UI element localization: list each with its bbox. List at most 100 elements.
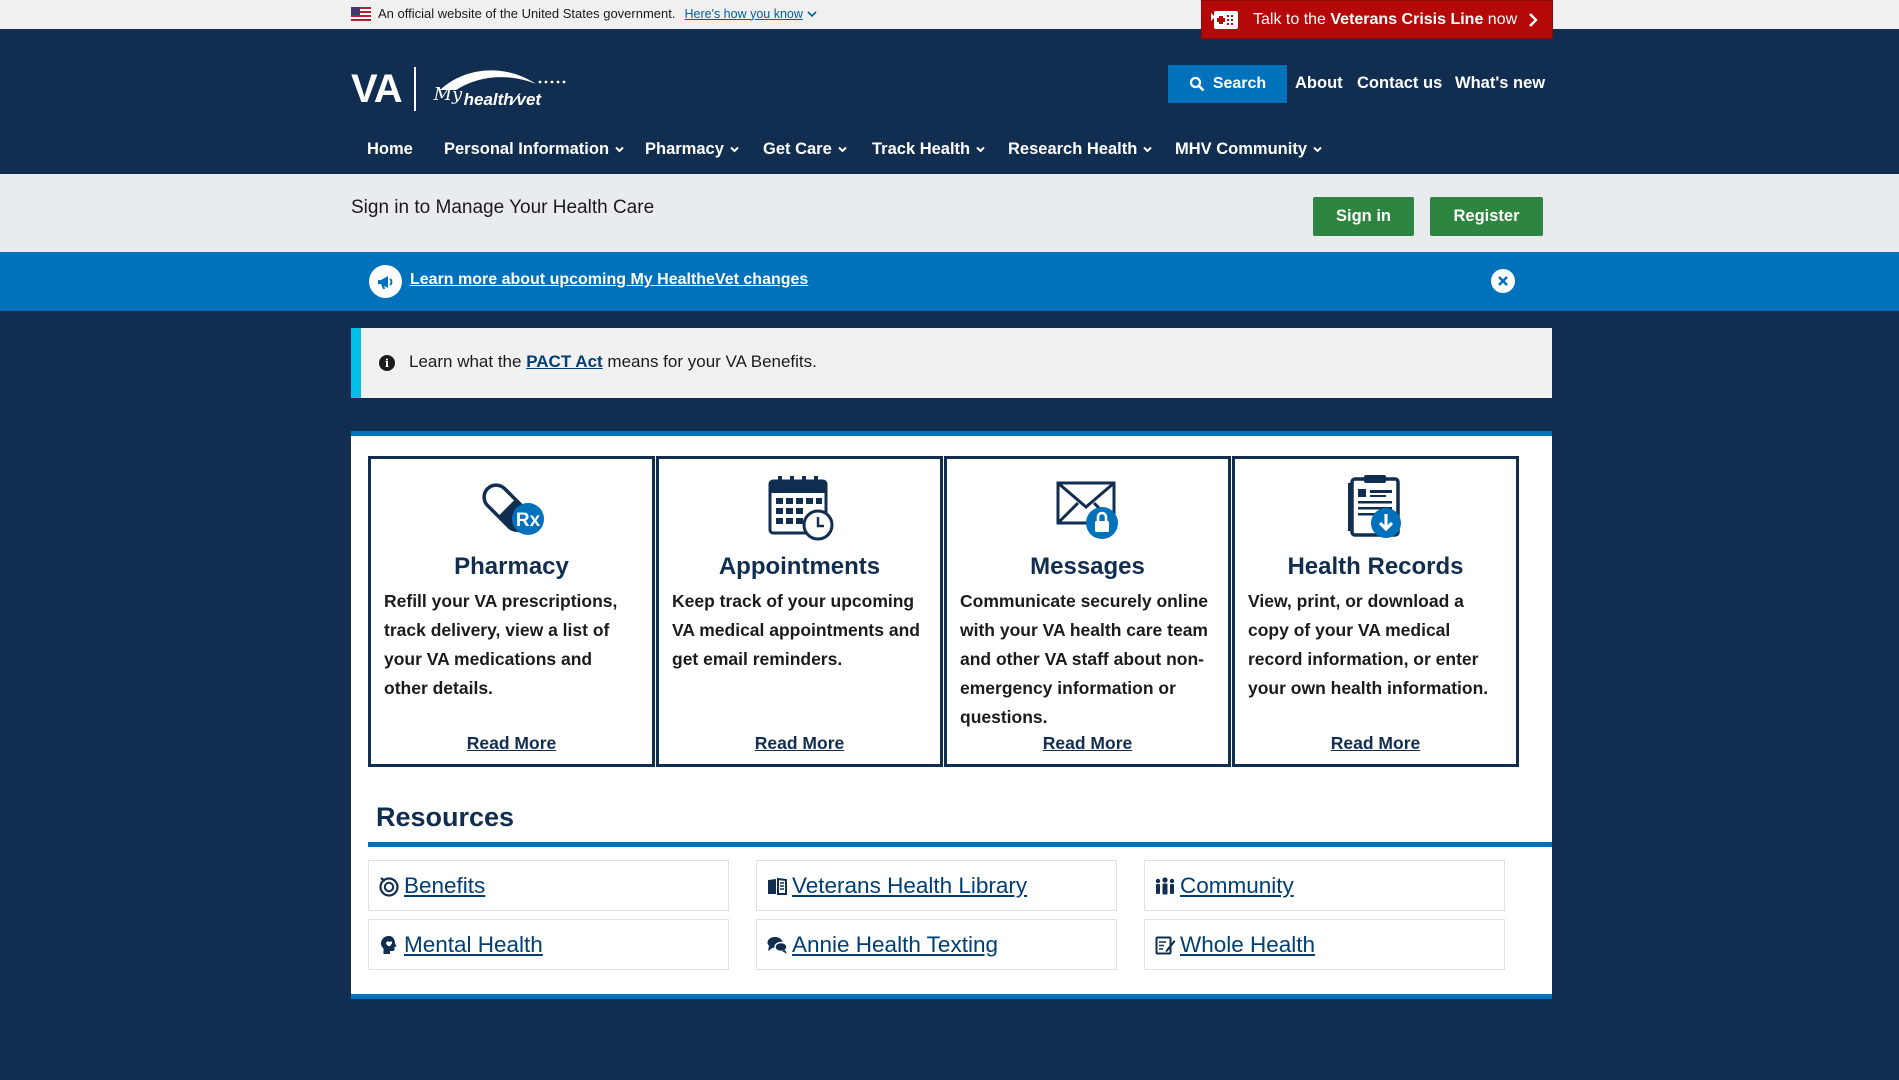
alert-text: Learn what the PACT Act means for your V…	[409, 352, 817, 372]
resource-annie-health-texting-label: Annie Health Texting	[792, 931, 998, 957]
resource-whole-health[interactable]: Whole Health	[1144, 919, 1505, 970]
messages-card: Messages Communicate securely online wit…	[944, 456, 1231, 767]
veterans-crisis-line-button[interactable]: Talk to the Veterans Crisis Line now	[1201, 0, 1553, 39]
search-button[interactable]: Search	[1168, 65, 1287, 103]
myhealthevet-logo: My health⁄vet	[426, 64, 576, 114]
va-myhealthevet-logo[interactable]: VA My health⁄vet	[351, 64, 576, 114]
logo-divider	[413, 67, 416, 111]
heres-how-you-know-link[interactable]: Here's how you know	[684, 7, 817, 21]
crisis-line-bold: Veterans Crisis Line	[1330, 10, 1484, 28]
sign-in-label: Sign in	[1336, 207, 1391, 225]
register-label: Register	[1453, 207, 1520, 225]
nav-personal-information-label: Personal Information	[444, 140, 610, 158]
resource-annie-health-texting[interactable]: Annie Health Texting	[756, 919, 1117, 970]
search-label: Search	[1212, 75, 1267, 92]
crisis-line-prefix: Talk to the	[1253, 10, 1331, 28]
notepad-icon	[1155, 936, 1176, 954]
crisis-line-text: Talk to the Veterans Crisis Line now	[1253, 11, 1517, 29]
us-flag-icon	[351, 6, 371, 21]
chevron-down-icon	[1143, 146, 1153, 153]
signin-heading: Sign in to Manage Your Health Care	[351, 197, 655, 218]
resource-benefits[interactable]: Benefits	[368, 860, 729, 911]
health-records-title: Health Records	[1287, 553, 1464, 580]
chevron-down-icon	[838, 146, 847, 153]
resource-benefits-label: Benefits	[404, 872, 486, 898]
chevron-down-icon	[1313, 146, 1322, 153]
nav-research-health[interactable]: Research Health	[1008, 140, 1153, 159]
messages-description: Communicate securely online with your VA…	[960, 591, 1208, 727]
pharmacy-read-more-link[interactable]: Read More	[371, 733, 652, 754]
close-banner-button[interactable]	[1491, 269, 1515, 293]
chevron-down-icon	[615, 146, 624, 153]
nav-get-care-label: Get Care	[763, 140, 832, 158]
about-link[interactable]: About	[1295, 74, 1343, 93]
pharmacy-title: Pharmacy	[454, 553, 569, 580]
promo-banner: Learn more about upcoming My HealtheVet …	[0, 252, 1899, 311]
record-download-icon	[1347, 475, 1401, 538]
resources-heading: Resources	[376, 802, 515, 832]
book-icon	[768, 877, 787, 895]
chevron-down-icon	[976, 146, 985, 153]
sign-in-button[interactable]: Sign in	[1313, 197, 1414, 236]
messages-read-more-link[interactable]: Read More	[947, 733, 1228, 754]
alert-text-before: Learn what the	[409, 352, 527, 371]
pharmacy-description: Refill your VA prescriptions, track deli…	[384, 591, 618, 698]
chat-icon	[767, 936, 788, 954]
main-panel: Rx Pharmacy Refill your VA prescriptions…	[351, 431, 1552, 999]
pact-act-alert: i Learn what the PACT Act means for your…	[351, 328, 1552, 398]
appointments-description: Keep track of your upcoming VA medical a…	[672, 591, 920, 669]
chevron-right-icon	[1529, 12, 1538, 27]
nav-research-health-label: Research Health	[1008, 140, 1138, 158]
resource-mental-health-label: Mental Health	[404, 931, 543, 957]
nav-home[interactable]: Home	[367, 140, 413, 159]
official-website-text: An official website of the United States…	[378, 6, 676, 21]
signin-bar: Sign in to Manage Your Health Care Sign …	[0, 174, 1899, 252]
resource-mental-health[interactable]: Mental Health	[368, 919, 729, 970]
pact-act-link[interactable]: PACT Act	[526, 352, 603, 371]
nav-pharmacy[interactable]: Pharmacy	[645, 140, 740, 159]
health-records-read-more-link[interactable]: Read More	[1235, 733, 1516, 754]
appointments-card: Appointments Keep track of your upcoming…	[656, 456, 943, 767]
health-records-description: View, print, or download a copy of your …	[1248, 591, 1489, 698]
calendar-clock-icon	[768, 476, 833, 541]
nav-track-health-label: Track Health	[872, 140, 971, 158]
whats-new-link[interactable]: What's new	[1455, 74, 1545, 93]
resource-community-label: Community	[1180, 872, 1294, 898]
close-icon	[1498, 276, 1508, 286]
register-button[interactable]: Register	[1430, 197, 1543, 236]
resources-divider	[368, 842, 1552, 847]
nav-personal-information[interactable]: Personal Information	[444, 140, 625, 159]
crisis-line-icon	[1211, 10, 1238, 29]
messages-title: Messages	[1030, 553, 1145, 580]
alert-text-after: means for your VA Benefits.	[602, 352, 817, 371]
va-logo-text: VA	[351, 66, 403, 111]
chevron-down-icon	[807, 10, 817, 17]
contact-us-link[interactable]: Contact us	[1357, 74, 1442, 93]
pill-rx-icon: Rx	[481, 483, 544, 535]
resource-veterans-health-library[interactable]: Veterans Health Library	[756, 860, 1117, 911]
heres-how-you-know-label: Here's how you know	[684, 6, 803, 21]
resource-veterans-health-library-label: Veterans Health Library	[792, 872, 1028, 898]
search-icon	[1189, 76, 1205, 92]
myhealthevet-changes-link[interactable]: Learn more about upcoming My HealtheVet …	[410, 271, 808, 289]
crisis-line-suffix: now	[1483, 10, 1518, 28]
info-icon: i	[379, 355, 395, 371]
health-records-card: Health Records View, print, or download …	[1232, 456, 1519, 767]
appointments-title: Appointments	[718, 553, 881, 580]
resource-community[interactable]: Community	[1144, 860, 1505, 911]
nav-mhv-community[interactable]: MHV Community	[1175, 140, 1323, 159]
pharmacy-card: Rx Pharmacy Refill your VA prescriptions…	[368, 456, 655, 767]
nav-home-label: Home	[367, 140, 413, 158]
resource-whole-health-label: Whole Health	[1180, 931, 1316, 957]
appointments-read-more-link[interactable]: Read More	[659, 733, 940, 754]
nav-pharmacy-label: Pharmacy	[645, 140, 724, 158]
svg-text:Rx: Rx	[515, 510, 540, 531]
nav-track-health[interactable]: Track Health	[872, 140, 986, 159]
head-icon	[381, 935, 397, 954]
chevron-down-icon	[730, 146, 739, 153]
community-icon	[1155, 876, 1175, 894]
logo-healthevet-text: health⁄vet	[463, 90, 542, 109]
nav-get-care[interactable]: Get Care	[763, 140, 848, 159]
benefits-icon	[379, 876, 399, 897]
nav-mhv-community-label: MHV Community	[1175, 140, 1307, 158]
